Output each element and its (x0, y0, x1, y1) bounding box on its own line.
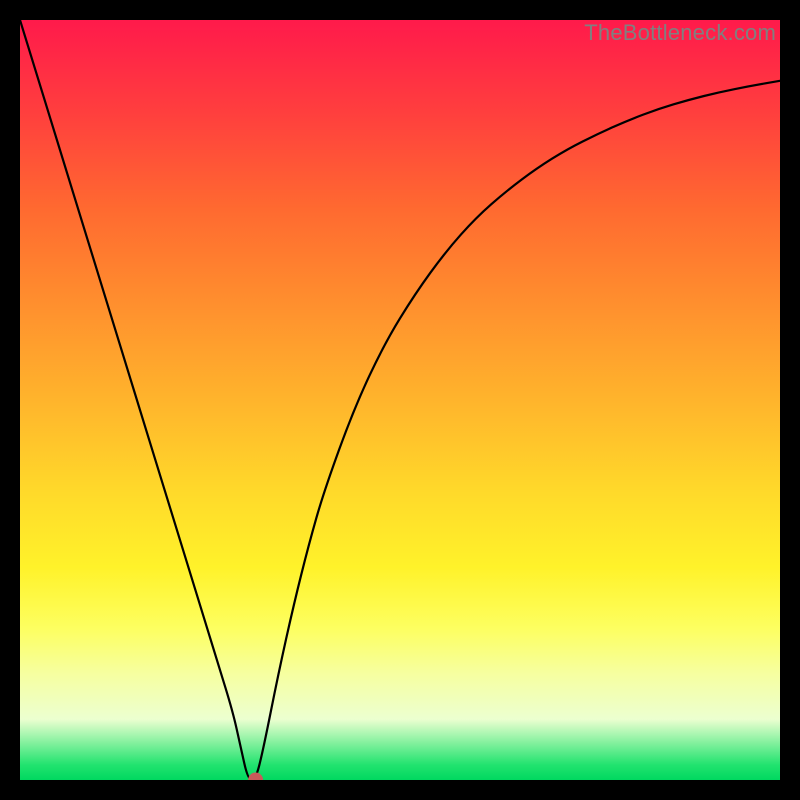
attribution-watermark: TheBottleneck.com (584, 20, 776, 46)
bottleneck-curve (20, 20, 780, 780)
plot-area: TheBottleneck.com (20, 20, 780, 780)
minimum-marker (249, 773, 263, 780)
chart-frame: TheBottleneck.com (0, 0, 800, 800)
chart-svg (20, 20, 780, 780)
